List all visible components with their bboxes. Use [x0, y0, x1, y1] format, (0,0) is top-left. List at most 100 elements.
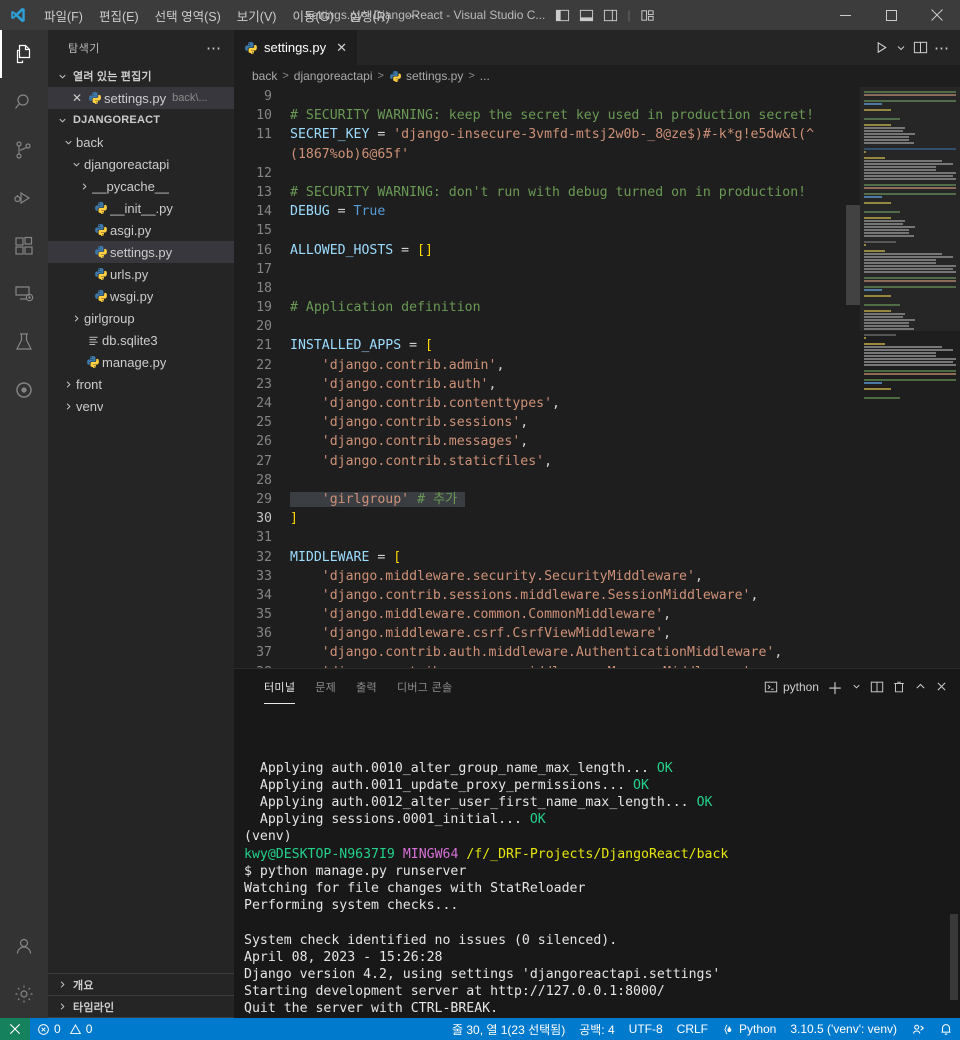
code-line[interactable]: 27 'django.contrib.staticfiles',	[234, 452, 860, 471]
run-python-file-icon[interactable]	[874, 40, 889, 55]
code-editor[interactable]: 9 10 # SECURITY WARNING: keep the secret k…	[234, 87, 960, 668]
menu-view[interactable]: 보기(V)	[229, 2, 285, 29]
tree-folder-djangoreactapi[interactable]: djangoreactapi	[48, 153, 234, 175]
menu-file[interactable]: 파일(F)	[36, 2, 91, 29]
panel-tab-terminal[interactable]: 터미널	[254, 669, 305, 704]
code-line[interactable]: 11 SECRET_KEY = 'django-insecure-3vmfd-mt…	[234, 125, 860, 163]
code-line[interactable]: 17	[234, 260, 860, 279]
code-line[interactable]: 35 'django.middleware.common.CommonMiddl…	[234, 605, 860, 624]
toggle-secondary-sidebar-icon[interactable]	[603, 8, 618, 23]
status-language-mode[interactable]: Python	[715, 1018, 783, 1040]
close-button[interactable]	[914, 0, 960, 30]
tree-file---init---py[interactable]: __init__.py	[48, 197, 234, 219]
activity-item-source-control[interactable]	[0, 126, 48, 174]
panel-tab-debug-console[interactable]: 디버그 콘솔	[387, 669, 462, 704]
activity-item-accounts[interactable]	[0, 922, 48, 970]
toggle-panel-icon[interactable]	[579, 8, 594, 23]
status-eol[interactable]: CRLF	[670, 1018, 715, 1040]
tree-folder-girlgroup[interactable]: girlgroup	[48, 307, 234, 329]
code-line[interactable]: 18	[234, 279, 860, 298]
activity-item-run-debug[interactable]	[0, 174, 48, 222]
tree-file-db-sqlite3[interactable]: db.sqlite3	[48, 329, 234, 351]
code-line[interactable]: 36 'django.middleware.csrf.CsrfViewMiddl…	[234, 624, 860, 643]
tree-file-urls-py[interactable]: urls.py	[48, 263, 234, 285]
terminal-scrollbar-thumb[interactable]	[950, 914, 958, 1000]
code-line[interactable]: 26 'django.contrib.messages',	[234, 432, 860, 451]
code-line[interactable]: 31	[234, 528, 860, 547]
split-terminal-icon[interactable]	[870, 680, 884, 694]
breadcrumb-item-back[interactable]: back	[252, 69, 277, 83]
code-content[interactable]: 9 10 # SECURITY WARNING: keep the secret k…	[234, 87, 860, 668]
breadcrumb-item-djangoreactapi[interactable]: djangoreactapi	[294, 69, 373, 83]
status-python-interpreter[interactable]: 3.10.5 ('venv': venv)	[783, 1018, 904, 1040]
code-line[interactable]: 22 'django.contrib.admin',	[234, 356, 860, 375]
code-line[interactable]: 37 'django.contrib.auth.middleware.Authe…	[234, 643, 860, 662]
code-line[interactable]: 10 # SECURITY WARNING: keep the secret ke…	[234, 106, 860, 125]
menu-selection[interactable]: 선택 영역(S)	[147, 2, 229, 29]
tree-file-asgi-py[interactable]: asgi.py	[48, 219, 234, 241]
split-editor-icon[interactable]	[913, 40, 928, 55]
code-line[interactable]: 14 DEBUG = True	[234, 202, 860, 221]
new-terminal-icon[interactable]: ＋	[827, 675, 843, 699]
chevron-down-icon[interactable]	[851, 681, 862, 692]
status-live-share[interactable]	[904, 1018, 932, 1040]
breadcrumb[interactable]: back > djangoreactapi > settings.py > ..…	[234, 65, 960, 87]
chevron-down-icon[interactable]	[895, 42, 907, 54]
sidebar-more-actions-icon[interactable]: ⋯	[206, 39, 226, 57]
tree-file-settings-py[interactable]: settings.py	[48, 241, 234, 263]
code-line[interactable]: 38 'django.contrib.messages.middleware.M…	[234, 663, 860, 668]
panel-tab-output[interactable]: 출력	[346, 669, 387, 704]
toggle-primary-sidebar-icon[interactable]	[555, 8, 570, 23]
code-line[interactable]: 32 MIDDLEWARE = [	[234, 548, 860, 567]
status-remote-indicator[interactable]	[0, 1018, 30, 1040]
tree-folder-front[interactable]: front	[48, 373, 234, 395]
activity-item-extensions[interactable]	[0, 222, 48, 270]
code-line[interactable]: 24 'django.contrib.contenttypes',	[234, 394, 860, 413]
section-timeline[interactable]: 타임라인	[48, 996, 234, 1018]
terminal-selector[interactable]: python	[764, 680, 819, 694]
minimap-slider[interactable]	[860, 87, 960, 331]
code-line[interactable]: 12	[234, 164, 860, 183]
code-line[interactable]: 30]	[234, 509, 860, 528]
tree-file-manage-py[interactable]: manage.py	[48, 351, 234, 373]
code-line[interactable]: 25 'django.contrib.sessions',	[234, 413, 860, 432]
tree-folder---pycache--[interactable]: __pycache__	[48, 175, 234, 197]
code-line[interactable]: 16 ALLOWED_HOSTS = []	[234, 241, 860, 260]
section-project-root[interactable]: DJANGOREACT	[48, 109, 234, 131]
status-cursor-position[interactable]: 줄 30, 열 1(23 선택됨)	[445, 1018, 572, 1040]
code-line[interactable]: 23 'django.contrib.auth',	[234, 375, 860, 394]
activity-item-docker[interactable]	[0, 366, 48, 414]
code-line[interactable]: 29 ····'girlgroup'·#·추가·	[234, 490, 860, 509]
tree-file-wsgi-py[interactable]: wsgi.py	[48, 285, 234, 307]
breadcrumb-item-more[interactable]: ...	[480, 69, 490, 83]
code-line[interactable]: 34 'django.contrib.sessions.middleware.S…	[234, 586, 860, 605]
code-line[interactable]: 28	[234, 471, 860, 490]
menu-edit[interactable]: 편집(E)	[91, 2, 147, 29]
customize-layout-icon[interactable]	[640, 8, 655, 23]
kill-terminal-icon[interactable]	[892, 680, 906, 694]
code-line[interactable]: 21 INSTALLED_APPS = [	[234, 336, 860, 355]
maximize-panel-icon[interactable]	[914, 680, 927, 693]
tree-folder-venv[interactable]: venv	[48, 395, 234, 417]
editor-scrollbar[interactable]	[846, 87, 860, 668]
code-line[interactable]: 33 'django.middleware.security.SecurityM…	[234, 567, 860, 586]
tree-folder-back[interactable]: back	[48, 131, 234, 153]
file-tree[interactable]: back djangoreactapi __pycache__ __init__.py…	[48, 131, 234, 973]
code-line[interactable]: 15	[234, 221, 860, 240]
status-encoding[interactable]: UTF-8	[622, 1018, 670, 1040]
activity-item-explorer[interactable]	[0, 30, 48, 78]
close-icon[interactable]: ✕	[68, 91, 86, 105]
maximize-button[interactable]	[868, 0, 914, 30]
section-outline[interactable]: 개요	[48, 974, 234, 996]
status-indentation[interactable]: 공백: 4	[572, 1018, 621, 1040]
minimap[interactable]	[860, 87, 960, 668]
panel-tab-problems[interactable]: 문제	[305, 669, 346, 704]
code-line[interactable]: 20	[234, 317, 860, 336]
section-open-editors[interactable]: 열려 있는 편집기	[48, 65, 234, 87]
editor-scrollbar-thumb[interactable]	[846, 205, 860, 305]
close-panel-icon[interactable]	[935, 680, 948, 693]
activity-item-search[interactable]	[0, 78, 48, 126]
code-line[interactable]: 9	[234, 87, 860, 106]
minimize-button[interactable]	[822, 0, 868, 30]
open-editor-item-settings-py[interactable]: ✕ settings.py back\...	[48, 87, 234, 109]
